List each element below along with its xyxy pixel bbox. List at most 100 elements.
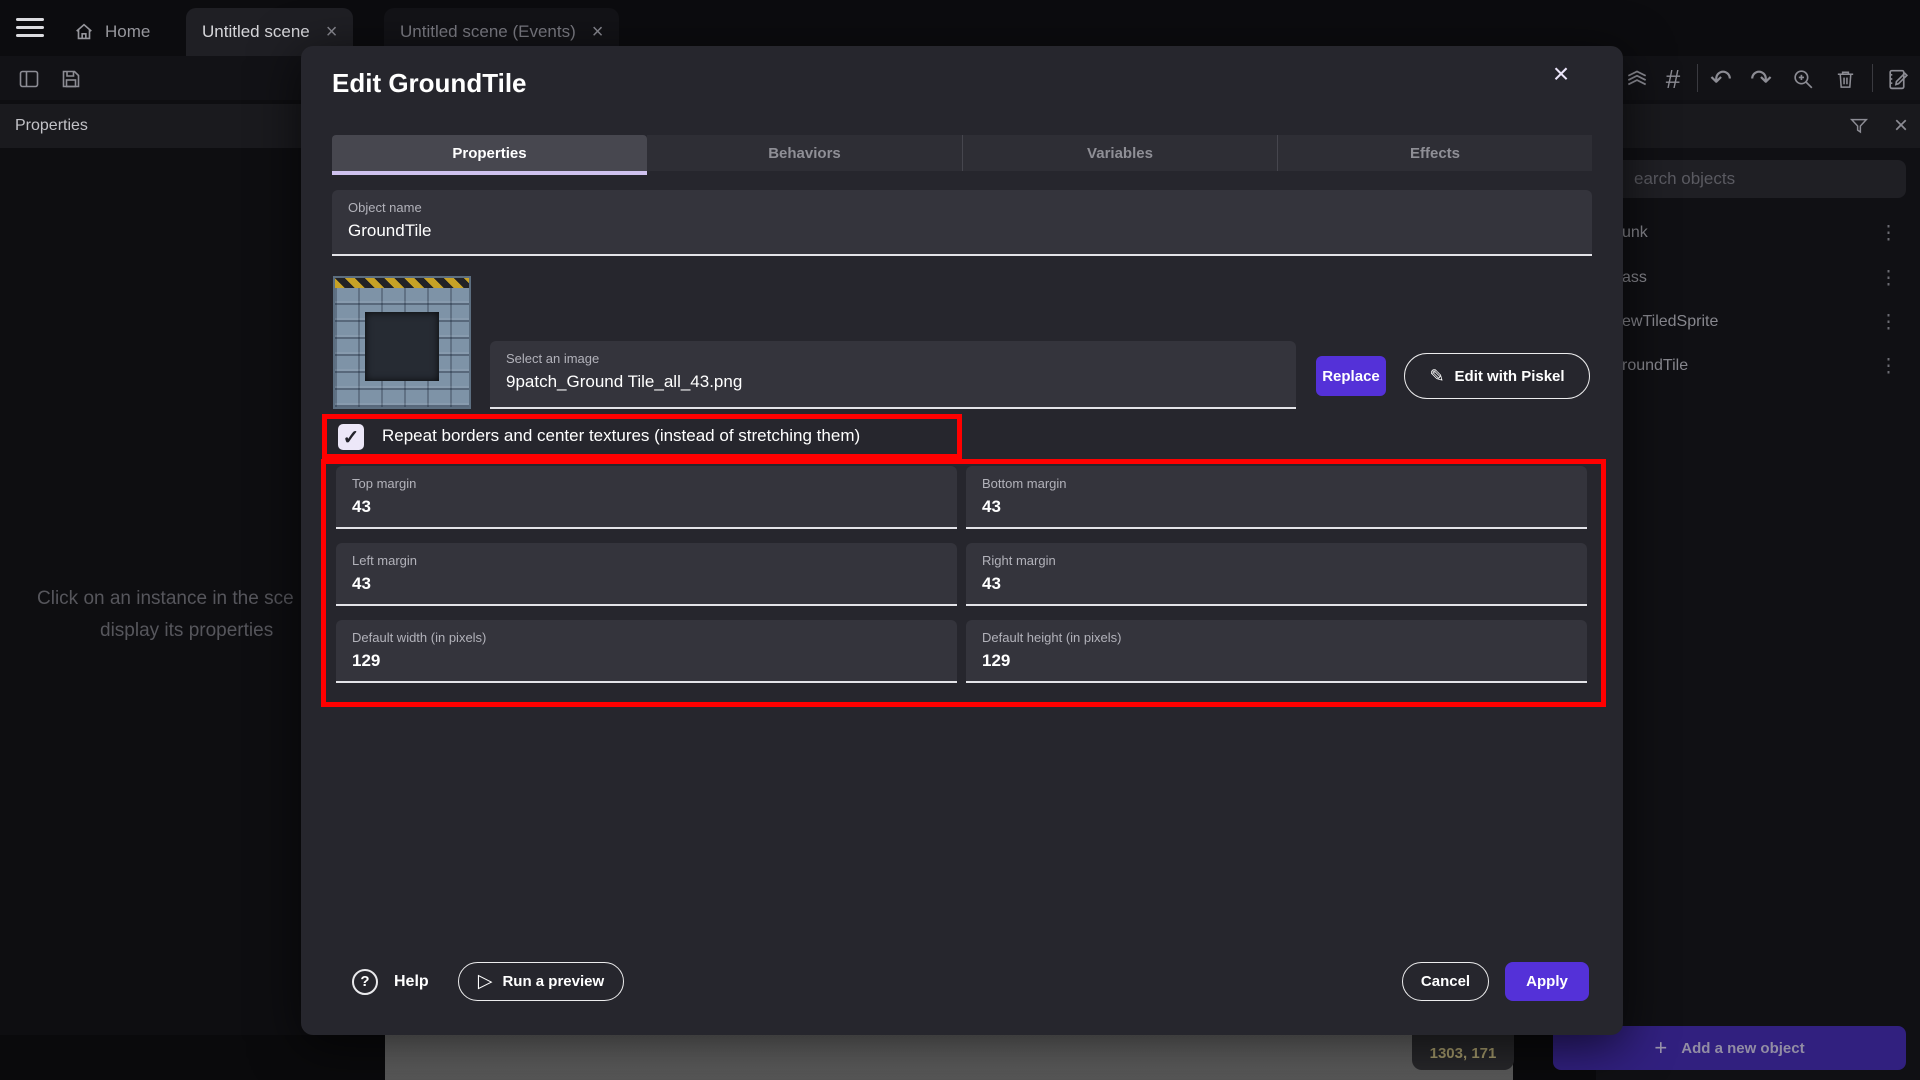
close-tab-icon[interactable]: × <box>592 21 604 44</box>
filter-icon[interactable] <box>1846 113 1872 139</box>
left-margin-field[interactable]: Left margin 43 <box>336 543 957 606</box>
repeat-borders-label: Repeat borders and center textures (inst… <box>382 426 860 446</box>
undo-icon[interactable]: ↶ <box>1708 66 1734 92</box>
field-label: Default width (in pixels) <box>352 630 957 645</box>
scene-editor-notebook-icon[interactable] <box>1884 66 1910 92</box>
object-row[interactable]: ewTiledSprite ⋮ <box>1596 300 1920 344</box>
default-width-field[interactable]: Default width (in pixels) 129 <box>336 620 957 683</box>
image-file-label: Select an image <box>506 351 1296 366</box>
tab-label: Effects <box>1410 145 1460 162</box>
redo-icon[interactable]: ↷ <box>1748 66 1774 92</box>
object-name: unk <box>1622 224 1648 242</box>
cancel-button[interactable]: Cancel <box>1402 962 1489 1001</box>
home-icon <box>73 21 95 43</box>
tab-label: Variables <box>1087 145 1153 162</box>
empty-selection-hint-line1: Click on an instance in the sce <box>37 588 294 610</box>
objects-panel: × earch objects unk ⋮ ass ⋮ ewTiledSprit… <box>1596 100 1920 1080</box>
field-label: Default height (in pixels) <box>982 630 1587 645</box>
right-margin-field[interactable]: Right margin 43 <box>966 543 1587 606</box>
object-name: ewTiledSprite <box>1622 313 1718 331</box>
object-row[interactable]: ass ⋮ <box>1596 256 1920 300</box>
close-panel-icon[interactable]: × <box>1888 113 1914 139</box>
object-menu-icon[interactable]: ⋮ <box>1879 267 1898 290</box>
tab-home-label: Home <box>105 22 150 42</box>
search-placeholder: earch objects <box>1634 169 1735 189</box>
app-window: Home Untitled scene × Untitled scene (Ev… <box>0 0 1920 1080</box>
field-value: 43 <box>352 497 957 517</box>
play-icon: ▷ <box>478 970 493 993</box>
field-value: 129 <box>982 651 1587 671</box>
field-label: Right margin <box>982 553 1587 568</box>
cancel-label: Cancel <box>1421 973 1470 990</box>
replace-label: Replace <box>1322 368 1380 385</box>
repeat-borders-checkbox[interactable]: ✓ <box>338 424 364 450</box>
tab-behaviors[interactable]: Behaviors <box>647 135 962 171</box>
checkmark-icon: ✓ <box>343 425 360 450</box>
properties-panel-title: Properties <box>15 117 88 135</box>
thumbnail-center <box>365 312 439 381</box>
object-name-value: GroundTile <box>348 221 1592 241</box>
tab-events-label: Untitled scene (Events) <box>400 22 576 42</box>
plus-icon: + <box>1654 1035 1667 1061</box>
tab-label: Behaviors <box>768 145 841 162</box>
dialog-close-icon[interactable]: × <box>1541 54 1581 94</box>
object-menu-icon[interactable]: ⋮ <box>1879 311 1898 334</box>
default-height-field[interactable]: Default height (in pixels) 129 <box>966 620 1587 683</box>
zoom-in-icon[interactable] <box>1790 66 1816 92</box>
field-value: 43 <box>352 574 957 594</box>
object-menu-icon[interactable]: ⋮ <box>1879 222 1898 245</box>
tab-properties[interactable]: Properties <box>332 135 647 171</box>
objects-panel-header: × <box>1596 104 1920 148</box>
hamburger-menu-icon[interactable] <box>16 18 44 38</box>
edit-object-dialog: Edit GroundTile × Properties Behaviors V… <box>301 46 1623 1035</box>
field-value: 43 <box>982 574 1587 594</box>
edit-with-piskel-label: Edit with Piskel <box>1455 368 1565 385</box>
tab-label: Properties <box>452 145 526 162</box>
tab-effects[interactable]: Effects <box>1277 135 1592 171</box>
pencil-icon: ✎ <box>1429 366 1444 387</box>
help-label: Help <box>394 973 429 991</box>
tab-home[interactable]: Home <box>57 8 166 56</box>
field-label: Bottom margin <box>982 476 1587 491</box>
field-label: Left margin <box>352 553 957 568</box>
run-preview-label: Run a preview <box>502 973 604 990</box>
grid-icon[interactable]: # <box>1660 66 1686 92</box>
scene-canvas[interactable] <box>385 1035 1513 1080</box>
add-new-object-label: Add a new object <box>1681 1040 1804 1057</box>
object-name-label: Object name <box>348 200 1592 215</box>
top-margin-field[interactable]: Top margin 43 <box>336 466 957 529</box>
layers-icon[interactable] <box>1624 66 1650 92</box>
object-menu-icon[interactable]: ⋮ <box>1879 355 1898 378</box>
search-objects-input[interactable]: earch objects <box>1608 160 1906 198</box>
toolbar-divider <box>1872 64 1873 92</box>
run-preview-button[interactable]: ▷ Run a preview <box>458 962 624 1001</box>
save-icon[interactable] <box>58 66 84 92</box>
trash-icon[interactable] <box>1832 66 1858 92</box>
object-thumbnail-image[interactable] <box>333 276 471 409</box>
apply-label: Apply <box>1526 973 1568 990</box>
object-row[interactable]: unk ⋮ <box>1596 211 1920 255</box>
field-value: 43 <box>982 497 1587 517</box>
image-file-field[interactable]: Select an image 9patch_Ground Tile_all_4… <box>490 341 1296 409</box>
apply-button[interactable]: Apply <box>1505 962 1589 1001</box>
object-row[interactable]: roundTile ⋮ <box>1596 344 1920 388</box>
tab-variables[interactable]: Variables <box>962 135 1277 171</box>
toolbar-divider <box>1697 64 1698 92</box>
toggle-panels-icon[interactable] <box>16 66 42 92</box>
tab-scene-label: Untitled scene <box>202 22 310 42</box>
field-value: 129 <box>352 651 957 671</box>
replace-button[interactable]: Replace <box>1316 356 1386 396</box>
question-mark-icon: ? <box>352 969 378 995</box>
field-label: Top margin <box>352 476 957 491</box>
bottom-margin-field[interactable]: Bottom margin 43 <box>966 466 1587 529</box>
object-name-field[interactable]: Object name GroundTile <box>332 190 1592 256</box>
close-tab-icon[interactable]: × <box>326 21 338 44</box>
active-tab-underline <box>332 171 647 175</box>
empty-selection-hint-line2: display its properties <box>100 620 273 642</box>
image-file-value: 9patch_Ground Tile_all_43.png <box>506 372 1296 392</box>
thumbnail-hazard-stripe <box>335 278 469 288</box>
object-name: ass <box>1622 269 1647 287</box>
help-button[interactable]: ? Help <box>352 962 429 1001</box>
edit-with-piskel-button[interactable]: ✎ Edit with Piskel <box>1404 353 1590 399</box>
object-name: roundTile <box>1622 357 1688 375</box>
